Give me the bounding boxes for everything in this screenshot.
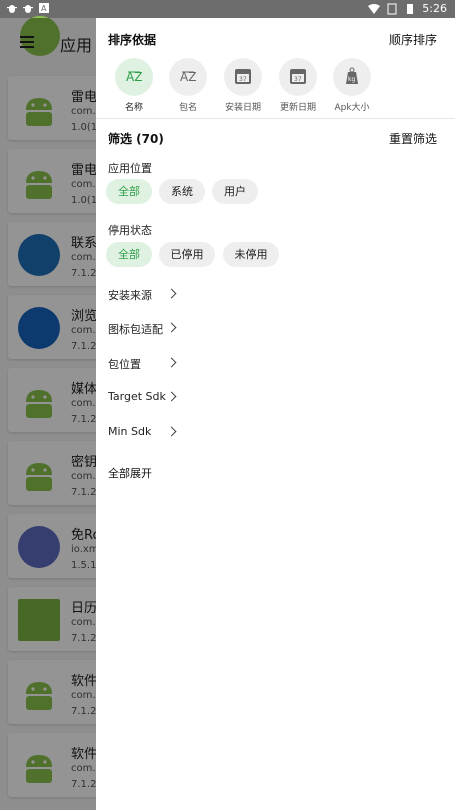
chip-disabled-all[interactable]: 全部 — [106, 242, 152, 267]
sort-option-package[interactable]: AZ 包名 — [161, 58, 215, 113]
expand-all-button[interactable]: 全部展开 — [108, 465, 152, 481]
chevron-right-icon — [166, 391, 177, 402]
chevron-right-icon — [166, 357, 177, 368]
sort-option-apk-size[interactable]: kg Apk大小 — [325, 58, 379, 113]
weight-icon: kg — [333, 58, 371, 96]
icon-pack-row[interactable]: 图标包适配 — [108, 321, 163, 337]
svg-text:kg: kg — [348, 76, 355, 83]
battery-icon — [407, 3, 414, 14]
sort-order-button[interactable]: 顺序排序 — [389, 31, 437, 48]
az-sort-icon: AZ — [169, 58, 207, 96]
install-source-row[interactable]: 安装来源 — [108, 287, 152, 303]
disabled-state-title: 停用状态 — [108, 224, 152, 237]
filter-title: 筛选 (70) — [108, 132, 164, 146]
chip-location-system[interactable]: 系统 — [159, 179, 205, 204]
sort-options: AZ 名称 AZ 包名 37 安装日期 37 更新日期 kg Apk大小 — [107, 58, 447, 118]
chip-disabled-yes[interactable]: 已停用 — [159, 242, 215, 267]
sort-option-install-date[interactable]: 37 安装日期 — [216, 58, 270, 113]
calendar-icon: 37 — [224, 58, 262, 96]
notification-a-icon: A — [39, 3, 49, 13]
wifi-icon — [368, 3, 381, 14]
no-sim-icon — [387, 3, 397, 14]
sort-option-name[interactable]: AZ 名称 — [107, 58, 161, 113]
chip-disabled-no[interactable]: 未停用 — [223, 242, 279, 267]
svg-text:37: 37 — [239, 76, 247, 83]
sort-filter-drawer: 排序依据 顺序排序 AZ 名称 AZ 包名 37 安装日期 37 更新日期 kg… — [96, 18, 455, 810]
target-sdk-row[interactable]: Target Sdk — [108, 390, 166, 403]
sort-option-label: 安装日期 — [224, 103, 261, 113]
chevron-right-icon — [166, 426, 177, 437]
chip-location-all[interactable]: 全部 — [106, 179, 152, 204]
reset-filter-button[interactable]: 重置筛选 — [389, 130, 437, 147]
sort-option-label: 名称 — [124, 103, 143, 113]
status-time: 5:26 — [422, 2, 447, 15]
calendar-icon: 37 — [279, 58, 317, 96]
sort-option-label: 更新日期 — [279, 103, 316, 113]
chip-location-user[interactable]: 用户 — [212, 179, 258, 204]
chevron-right-icon — [166, 288, 177, 299]
app-location-title: 应用位置 — [108, 162, 152, 175]
bug-icon — [7, 5, 17, 13]
az-sort-icon: AZ — [115, 58, 153, 96]
sort-option-label: Apk大小 — [334, 103, 370, 113]
chevron-right-icon — [166, 322, 177, 333]
bug-icon — [23, 5, 33, 13]
sort-option-update-date[interactable]: 37 更新日期 — [271, 58, 325, 113]
svg-text:A: A — [41, 4, 47, 13]
sort-option-label: 包名 — [178, 103, 197, 113]
package-location-row[interactable]: 包位置 — [108, 356, 141, 372]
min-sdk-row[interactable]: Min Sdk — [108, 425, 151, 438]
sort-title: 排序依据 — [108, 33, 157, 47]
svg-text:37: 37 — [294, 76, 302, 83]
divider — [96, 118, 455, 119]
